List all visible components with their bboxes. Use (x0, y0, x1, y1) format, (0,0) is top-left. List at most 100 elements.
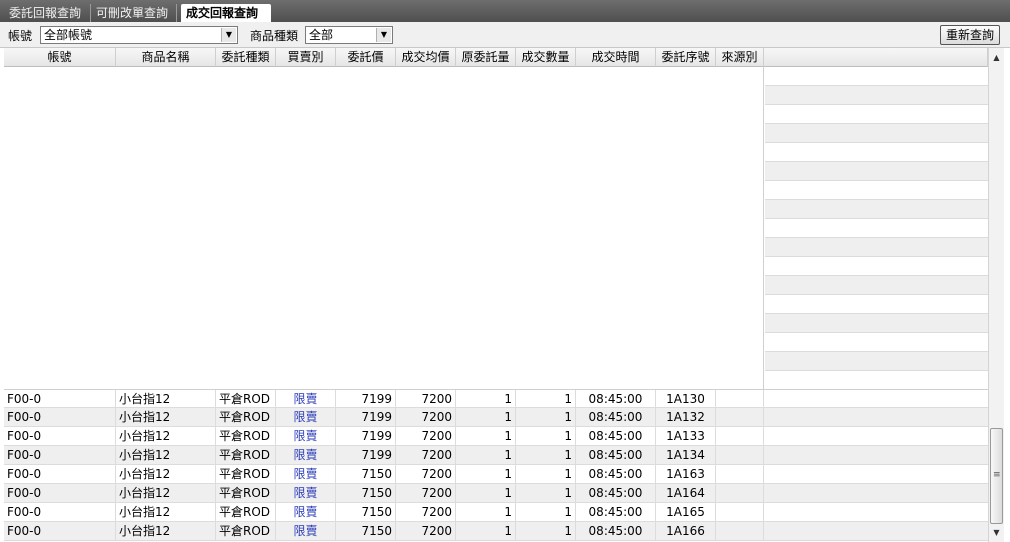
column-header-order-seq[interactable]: 委託序號 (656, 48, 716, 67)
cell-source (716, 522, 764, 540)
cell-orig-qty: 1 (456, 484, 516, 502)
cell-filler (764, 503, 988, 521)
cell-side: 限賣 (276, 408, 336, 426)
cell-fill-qty: 1 (516, 427, 576, 445)
cell-fill-time: 08:45:00 (576, 484, 656, 502)
column-header-avg-fill-price[interactable]: 成交均價 (396, 48, 456, 67)
table-row[interactable]: F00-0 小台指12 平倉ROD 限賣 7199 7200 1 1 08:45:00 1A132 (4, 408, 988, 427)
filler-stripe (765, 371, 988, 390)
cell-account: F00-0 (4, 484, 116, 502)
cell-fill-qty: 1 (516, 484, 576, 502)
cell-source (716, 503, 764, 521)
cell-fill-time: 08:45:00 (576, 446, 656, 464)
cell-avg-fill-price: 7200 (396, 408, 456, 426)
scroll-up-arrow-icon[interactable]: ▲ (989, 50, 1004, 65)
filler-stripe (765, 238, 988, 257)
filler-stripe (765, 124, 988, 143)
table-row[interactable]: F00-0 小台指12 平倉ROD 限賣 7150 7200 1 1 08:45:00 1A163 (4, 465, 988, 484)
cell-filler (764, 484, 988, 502)
product-type-select[interactable]: 全部 ▼ (305, 26, 393, 44)
cell-fill-time: 08:45:00 (576, 503, 656, 521)
scroll-down-arrow-icon[interactable]: ▼ (989, 525, 1004, 540)
vertical-scrollbar[interactable]: ▲ ≡ ▼ (988, 48, 1004, 542)
cell-product-name: 小台指12 (116, 522, 216, 540)
cell-order-seq: 1A166 (656, 522, 716, 540)
table-row[interactable]: F00-0 小台指12 平倉ROD 限賣 7199 7200 1 1 08:45:00 1A134 (4, 446, 988, 465)
table-body: F00-0 小台指12 平倉ROD 限賣 7199 7200 1 1 08:45:00 1A130… (4, 389, 988, 541)
fill-report-grid: 帳號 商品名稱 委託種類 買賣別 委託價 成交均價 原委託量 成交數量 成交時間 委託序號 來源別 … (4, 48, 988, 542)
cell-side: 限賣 (276, 427, 336, 445)
column-header-source[interactable]: 來源別 (716, 48, 764, 67)
cell-orig-qty: 1 (456, 427, 516, 445)
column-header-fill-qty[interactable]: 成交數量 (516, 48, 576, 67)
tab-modifiable-orders[interactable]: 可刪改單查詢 (91, 4, 177, 22)
table-row[interactable]: F00-0 小台指12 平倉ROD 限賣 7150 7200 1 1 08:45:00 1A166 (4, 522, 988, 541)
tab-order-report[interactable]: 委託回報查詢 (4, 4, 91, 22)
table-row[interactable]: F00-0 小台指12 平倉ROD 限賣 7150 7200 1 1 08:45:00 1A165 (4, 503, 988, 522)
filler-stripe (765, 352, 988, 371)
cell-order-type: 平倉ROD (216, 408, 276, 426)
product-type-select-value: 全部 (309, 28, 334, 42)
cell-order-price: 7199 (336, 408, 396, 426)
column-header-order-price[interactable]: 委託價 (336, 48, 396, 67)
cell-fill-qty: 1 (516, 408, 576, 426)
cell-avg-fill-price: 7200 (396, 446, 456, 464)
filler-stripe (765, 219, 988, 238)
cell-avg-fill-price: 7200 (396, 427, 456, 445)
cell-account: F00-0 (4, 446, 116, 464)
chevron-down-icon[interactable]: ▼ (376, 28, 391, 42)
grid-filler-stripes (765, 67, 988, 390)
cell-order-type: 平倉ROD (216, 503, 276, 521)
cell-order-price: 7199 (336, 390, 396, 408)
product-type-label: 商品種類 (250, 29, 299, 43)
cell-product-name: 小台指12 (116, 427, 216, 445)
filter-bar: 帳號 全部帳號 ▼ 商品種類 全部 ▼ 重新查詢 (0, 22, 1010, 48)
filler-stripe (765, 162, 988, 181)
account-label: 帳號 (8, 29, 33, 43)
column-header-orig-qty[interactable]: 原委託量 (456, 48, 516, 67)
cell-filler (764, 390, 988, 408)
cell-orig-qty: 1 (456, 465, 516, 483)
cell-side: 限賣 (276, 390, 336, 408)
column-header-product-name[interactable]: 商品名稱 (116, 48, 216, 67)
cell-order-type: 平倉ROD (216, 427, 276, 445)
cell-fill-time: 08:45:00 (576, 390, 656, 408)
cell-order-seq: 1A133 (656, 427, 716, 445)
cell-order-price: 7150 (336, 465, 396, 483)
chevron-down-icon[interactable]: ▼ (221, 28, 236, 42)
cell-product-name: 小台指12 (116, 484, 216, 502)
cell-side: 限賣 (276, 522, 336, 540)
cell-fill-qty: 1 (516, 390, 576, 408)
cell-product-name: 小台指12 (116, 446, 216, 464)
cell-order-type: 平倉ROD (216, 446, 276, 464)
cell-product-name: 小台指12 (116, 408, 216, 426)
table-row[interactable]: F00-0 小台指12 平倉ROD 限賣 7150 7200 1 1 08:45:00 1A164 (4, 484, 988, 503)
cell-product-name: 小台指12 (116, 503, 216, 521)
cell-order-price: 7150 (336, 484, 396, 502)
tab-fill-report[interactable]: 成交回報查詢 (181, 4, 271, 22)
cell-source (716, 484, 764, 502)
cell-order-price: 7199 (336, 446, 396, 464)
column-header-fill-time[interactable]: 成交時間 (576, 48, 656, 67)
requery-button[interactable]: 重新查詢 (940, 25, 1000, 45)
cell-account: F00-0 (4, 503, 116, 521)
table-row[interactable]: F00-0 小台指12 平倉ROD 限賣 7199 7200 1 1 08:45:00 1A130 (4, 389, 988, 408)
column-header-account[interactable]: 帳號 (4, 48, 116, 67)
cell-orig-qty: 1 (456, 503, 516, 521)
column-header-order-type[interactable]: 委託種類 (216, 48, 276, 67)
cell-orig-qty: 1 (456, 446, 516, 464)
table-row[interactable]: F00-0 小台指12 平倉ROD 限賣 7199 7200 1 1 08:45:00 1A133 (4, 427, 988, 446)
cell-side: 限賣 (276, 446, 336, 464)
account-select[interactable]: 全部帳號 ▼ (40, 26, 238, 44)
cell-avg-fill-price: 7200 (396, 390, 456, 408)
cell-source (716, 465, 764, 483)
scrollbar-thumb[interactable]: ≡ (990, 428, 1003, 524)
cell-avg-fill-price: 7200 (396, 522, 456, 540)
account-select-value: 全部帳號 (44, 28, 93, 42)
cell-order-seq: 1A130 (656, 390, 716, 408)
cell-order-seq: 1A134 (656, 446, 716, 464)
cell-account: F00-0 (4, 427, 116, 445)
cell-side: 限賣 (276, 503, 336, 521)
cell-order-price: 7199 (336, 427, 396, 445)
column-header-side[interactable]: 買賣別 (276, 48, 336, 67)
